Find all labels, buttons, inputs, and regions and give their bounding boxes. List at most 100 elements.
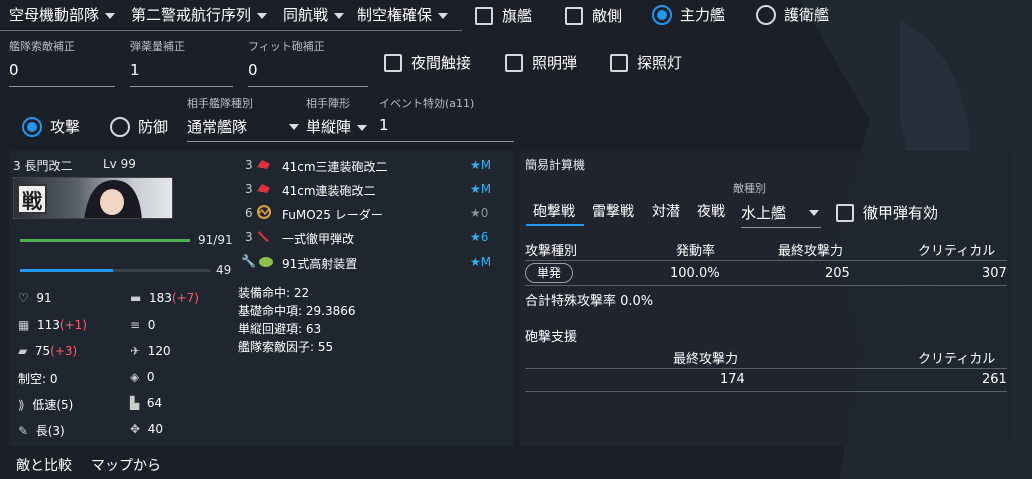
night-contact-label: 夜間触接 xyxy=(411,54,472,72)
ap-shell-icon xyxy=(258,231,269,242)
proficiency-badge: ★0 xyxy=(470,206,489,220)
field-underline xyxy=(9,86,115,87)
stat-bonus: (+3) xyxy=(50,344,78,358)
enemy-side-label: 敵側 xyxy=(592,7,623,25)
fit-gun-correction-input[interactable]: 0 xyxy=(248,61,258,79)
stat-gun: ▬ 183(+7) xyxy=(130,291,199,305)
table-divider xyxy=(525,368,1007,369)
stat-value: 91 xyxy=(36,291,52,305)
los-correction-input[interactable]: 0 xyxy=(9,61,19,79)
slot-count: 3 xyxy=(245,182,253,196)
field-underline xyxy=(248,86,368,87)
proficiency-badge: ★M xyxy=(470,182,492,196)
checkbox-icon xyxy=(505,53,523,72)
stat-value: 113 xyxy=(36,318,60,332)
flagship-checkbox[interactable]: 旗艦 xyxy=(475,5,532,26)
stat-value: 120 xyxy=(147,344,171,358)
chevron-down-icon xyxy=(257,12,268,19)
chevron-down-icon xyxy=(289,124,299,130)
stat-luck: ✥ 40 xyxy=(130,422,163,436)
equipment-name[interactable]: 41cm連装砲改二 xyxy=(282,182,376,199)
formation-value: 第二警戒航行序列 xyxy=(131,6,252,24)
enemy-type-select[interactable]: 水上艦 xyxy=(741,202,819,223)
tab-compare-enemy[interactable]: 敵と比較 xyxy=(16,455,72,475)
header-power: 最終攻撃力 xyxy=(778,244,844,259)
air-state-select[interactable]: 制空権確保 xyxy=(357,4,449,25)
fuel-bar-fill xyxy=(20,269,114,272)
hp-bar-fill xyxy=(20,239,190,242)
air-state-value: 制空権確保 xyxy=(357,6,433,24)
defense-label: 防御 xyxy=(138,118,169,136)
special-rate: 合計特殊攻撃率 0.0% xyxy=(525,294,654,309)
formation-select[interactable]: 第二警戒航行序列 xyxy=(131,4,268,25)
enemy-fleet-type-select[interactable]: 通常艦隊 xyxy=(187,116,299,137)
speed-icon: ⟫ xyxy=(18,398,25,412)
firepower-icon: ▦ xyxy=(18,318,30,332)
tab-asw[interactable]: 対潜 xyxy=(652,201,680,221)
stat-value: 40 xyxy=(147,422,163,436)
table-divider xyxy=(525,285,1007,286)
header-attack-type: 攻撃種別 xyxy=(525,244,578,259)
flagship-label: 旗艦 xyxy=(502,7,533,25)
slot-count: 3 xyxy=(245,230,253,244)
main-ship-radio[interactable]: 主力艦 xyxy=(652,4,725,25)
engagement-select[interactable]: 同航戦 xyxy=(283,4,345,25)
armor-icon: ▰ xyxy=(18,344,28,358)
main-gun-icon xyxy=(257,184,270,193)
support-header-critical: クリティカル xyxy=(918,352,996,367)
slot-count: 6 xyxy=(245,206,253,220)
night-contact-checkbox[interactable]: 夜間触接 xyxy=(384,52,471,73)
searchlight-checkbox[interactable]: 探照灯 xyxy=(610,52,682,73)
fleet-type-select[interactable]: 空母機動部隊 xyxy=(9,4,116,25)
enemy-type-value: 水上艦 xyxy=(741,204,787,222)
field-underline xyxy=(130,86,233,87)
stat-air: 制空: 0 xyxy=(18,370,58,387)
chevron-down-icon xyxy=(809,210,819,216)
stat-value: 183 xyxy=(148,291,172,305)
radio-checked-icon xyxy=(652,4,672,25)
tab-shelling[interactable]: 砲撃戦 xyxy=(533,201,575,221)
equipment-name[interactable]: 91式高射装置 xyxy=(282,255,357,272)
tab-from-map[interactable]: マップから xyxy=(91,455,161,475)
chevron-down-icon xyxy=(438,12,449,19)
main-gun-icon xyxy=(257,160,270,169)
stat-bonus: (+7) xyxy=(171,291,199,305)
equipment-name[interactable]: FuMO25 レーダー xyxy=(282,206,383,223)
escort-ship-radio[interactable]: 護衛艦 xyxy=(756,4,829,25)
defense-radio[interactable]: 防御 xyxy=(110,116,168,137)
battle-badge: 戦 xyxy=(17,184,47,214)
stat-los: ▙ 64 xyxy=(130,396,162,410)
accuracy-line: 基礎命中項: 29.3866 xyxy=(238,304,356,318)
accuracy-line: 艦隊索敵因子: 55 xyxy=(238,340,334,354)
ship-level: Lv 99 xyxy=(103,157,136,171)
equipment-name[interactable]: 一式徹甲弾改 xyxy=(282,230,354,247)
support-power: 174 xyxy=(720,372,745,387)
main-ship-label: 主力艦 xyxy=(680,6,726,24)
field-label-los: 艦隊索敵補正 xyxy=(9,40,75,53)
field-label-fit: フィット砲補正 xyxy=(248,40,325,53)
slot-count: 3 xyxy=(245,158,253,172)
radio-icon xyxy=(110,116,130,137)
checkbox-icon xyxy=(475,6,493,25)
tab-night[interactable]: 夜戦 xyxy=(697,201,725,221)
ammo-correction-input[interactable]: 1 xyxy=(130,61,140,79)
stat-value: 0 xyxy=(146,370,155,384)
proficiency-badge: ★6 xyxy=(470,230,489,244)
enemy-side-checkbox[interactable]: 敵側 xyxy=(565,5,622,26)
ship-banner[interactable]: 戦 xyxy=(13,177,173,219)
tab-torpedo[interactable]: 雷撃戦 xyxy=(592,201,634,221)
support-header-power: 最終攻撃力 xyxy=(673,352,739,367)
proficiency-badge: ★M xyxy=(470,158,492,172)
ship-portrait xyxy=(84,180,142,218)
attack-label: 攻撃 xyxy=(50,118,81,136)
equipment-name[interactable]: 41cm三連装砲改二 xyxy=(282,158,388,175)
calculator-title: 簡易計算機 xyxy=(525,158,586,172)
cell-rate: 100.0% xyxy=(670,266,720,281)
event-bonus-input[interactable]: 1 xyxy=(379,116,389,134)
star-shell-checkbox[interactable]: 照明弾 xyxy=(505,52,577,73)
fuel-value: 49 xyxy=(216,263,232,277)
gun-icon: ▬ xyxy=(130,291,142,305)
enemy-formation-select[interactable]: 単縦陣 xyxy=(306,116,368,137)
ap-shell-checkbox[interactable]: 徹甲弾有効 xyxy=(836,202,938,223)
attack-radio[interactable]: 攻撃 xyxy=(22,116,80,137)
